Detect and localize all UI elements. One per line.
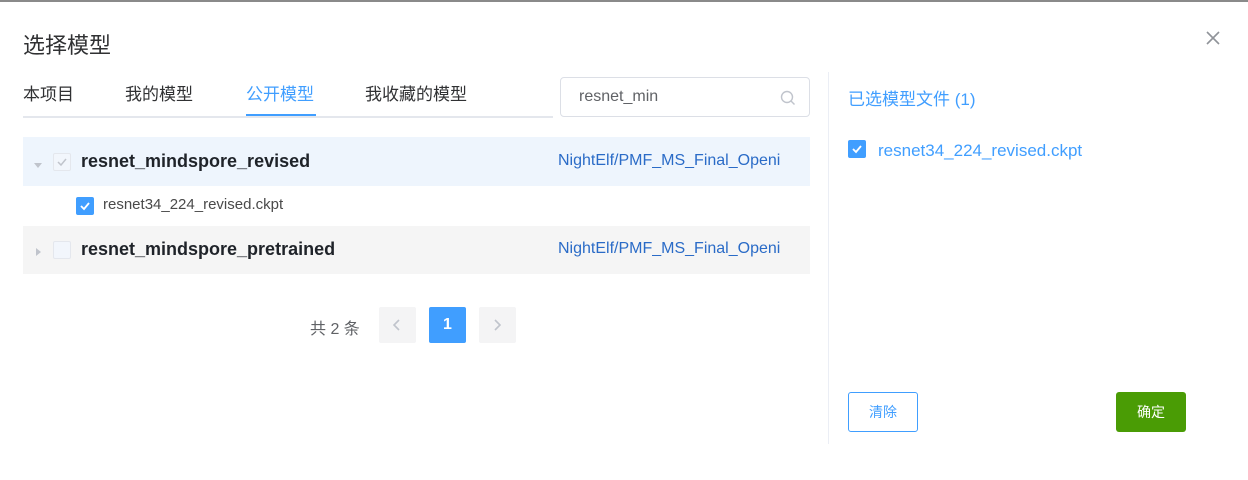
model-source-tabs: 本项目 我的模型 公开模型 我收藏的模型: [23, 80, 553, 118]
search-icon[interactable]: [779, 89, 797, 107]
pagination-total: 共 2 条: [310, 321, 360, 338]
caret-right-icon[interactable]: [33, 244, 43, 256]
model-owner-link[interactable]: NightElf/PMF_MS_Final_Openi: [558, 152, 780, 170]
active-tab-indicator: [246, 114, 316, 116]
tab-public-models[interactable]: 公开模型: [246, 80, 314, 105]
model-row[interactable]: resnet_mindspore_pretrained NightElf/PMF…: [23, 226, 810, 274]
selected-file-checkbox[interactable]: [848, 140, 866, 158]
selected-files-title: 已选模型文件 (1): [848, 90, 976, 109]
file-name: resnet34_224_revised.ckpt: [103, 196, 284, 213]
prev-page-button[interactable]: [379, 307, 416, 343]
tab-my-models[interactable]: 我的模型: [125, 80, 193, 105]
model-checkbox[interactable]: [53, 241, 71, 259]
close-icon[interactable]: [1203, 28, 1223, 48]
confirm-button[interactable]: 确定: [1116, 392, 1186, 432]
file-checkbox[interactable]: [76, 197, 94, 215]
panel-divider: [828, 72, 829, 444]
model-row[interactable]: resnet_mindspore_revised NightElf/PMF_MS…: [23, 137, 810, 186]
selected-file-name: resnet34_224_revised.ckpt: [878, 141, 1083, 160]
model-owner-link[interactable]: NightElf/PMF_MS_Final_Openi: [558, 240, 780, 258]
search-box: [560, 77, 810, 117]
tab-this-project[interactable]: 本项目: [23, 80, 74, 105]
clear-button[interactable]: 清除: [848, 392, 918, 432]
caret-down-icon[interactable]: [33, 157, 43, 168]
model-name: resnet_mindspore_pretrained: [81, 239, 336, 259]
dialog-title: 选择模型: [23, 33, 112, 58]
model-name: resnet_mindspore_revised: [81, 151, 311, 171]
model-file-row[interactable]: resnet34_224_revised.ckpt: [23, 186, 810, 226]
search-input[interactable]: [579, 87, 769, 107]
model-checkbox-disabled: [53, 153, 71, 171]
next-page-button[interactable]: [479, 307, 516, 343]
page-number-current[interactable]: 1: [429, 307, 466, 343]
tab-favorite-models[interactable]: 我收藏的模型: [365, 80, 467, 105]
